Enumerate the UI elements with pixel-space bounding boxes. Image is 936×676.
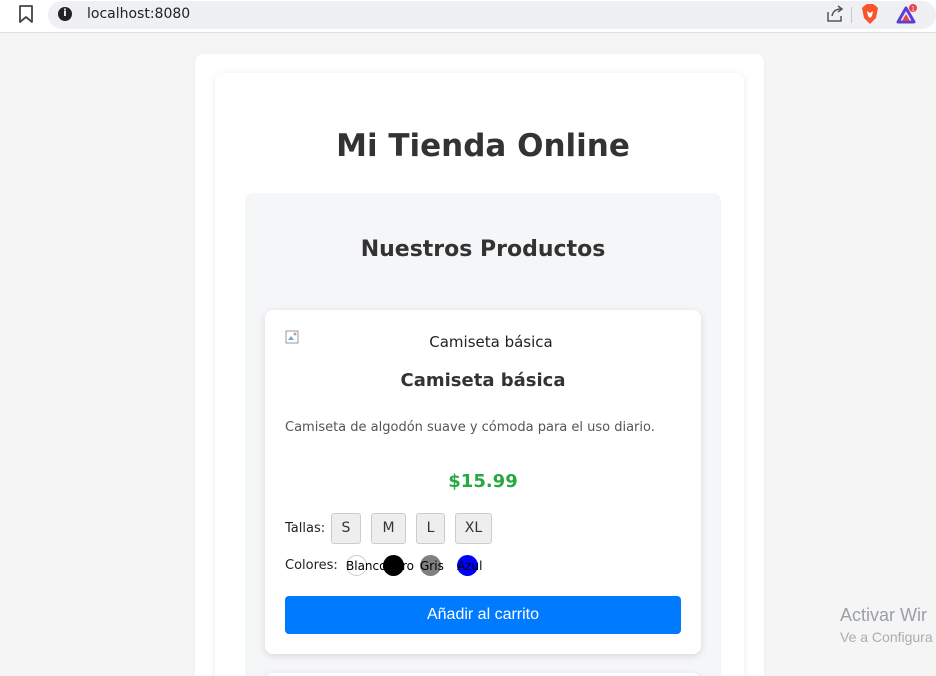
color-label-blanco: Blanco <box>346 559 387 573</box>
rewards-badge: 1 <box>911 6 915 13</box>
url-text[interactable]: localhost:8080 <box>87 6 190 22</box>
sizes-label: Tallas: <box>285 521 326 536</box>
share-icon[interactable] <box>826 5 844 23</box>
product-name: Camiseta básica <box>400 370 566 391</box>
size-option-l[interactable]: L <box>416 513 445 544</box>
size-option-xl[interactable]: XL <box>455 513 492 544</box>
product-price: $15.99 <box>448 471 518 492</box>
color-label-negro: Negro <box>383 559 414 573</box>
product-image-alt: Camiseta básica <box>429 333 553 351</box>
windows-activation-subtitle: Ve a Configura <box>840 629 933 645</box>
size-option-m[interactable]: M <box>371 513 406 544</box>
brave-rewards-icon[interactable]: 1 <box>896 4 918 24</box>
windows-activation-title: Activar Wir <box>840 605 927 625</box>
page-title: Mi Tienda Online <box>336 128 630 164</box>
add-to-cart-button[interactable]: Añadir al carrito <box>285 596 681 634</box>
color-label-gris: Gris <box>420 559 444 573</box>
section-title: Nuestros Productos <box>360 237 606 262</box>
brave-shield-icon[interactable] <box>861 4 879 24</box>
color-label-azul: Azul <box>457 559 483 573</box>
toolbar-divider <box>851 7 852 23</box>
colors-label: Colores: <box>285 558 338 573</box>
info-icon[interactable]: i <box>58 7 72 21</box>
product-description: Camiseta de algodón suave y cómoda para … <box>285 420 655 435</box>
size-option-s[interactable]: S <box>331 513 361 544</box>
bookmark-icon[interactable] <box>17 4 35 24</box>
